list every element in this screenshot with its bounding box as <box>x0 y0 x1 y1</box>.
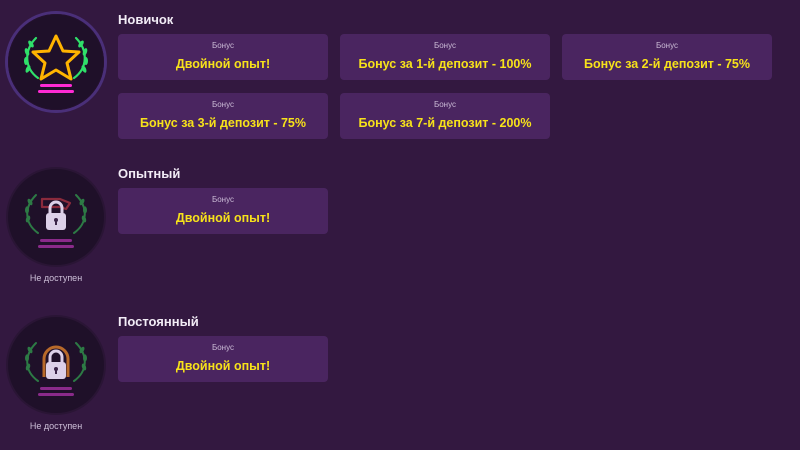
level-badge <box>8 14 104 118</box>
level-badge: Не доступен <box>8 317 104 431</box>
bonus-value: Двойной опыт! <box>175 57 271 71</box>
badge-circle <box>8 169 104 265</box>
bonus-card: Бонус Бонус за 1-й депозит - 100% <box>340 34 550 80</box>
bonus-card: Бонус Двойной опыт! <box>118 336 328 382</box>
level-status: Не доступен <box>29 421 83 431</box>
bonus-card: Бонус Бонус за 3-й депозит - 75% <box>118 93 328 139</box>
horseshoe-laurel-lock-icon <box>25 342 87 396</box>
level-title: Постоянный <box>118 314 199 329</box>
bonus-caption: Бонус <box>211 100 235 109</box>
level-badge: Не доступен <box>8 169 104 283</box>
bonus-card: Бонус Бонус за 7-й депозит - 200% <box>340 93 550 139</box>
key-laurel-lock-icon <box>25 194 87 248</box>
star-laurel-icon <box>24 34 88 93</box>
bonus-card: Бонус Бонус за 2-й депозит - 75% <box>562 34 772 80</box>
bonus-caption: Бонус <box>433 100 457 109</box>
bonus-card: Бонус Двойной опыт! <box>118 188 328 234</box>
bonus-value: Двойной опыт! <box>175 211 271 225</box>
bonus-card: Бонус Двойной опыт! <box>118 34 328 80</box>
bonus-caption: Бонус <box>211 195 235 204</box>
bonus-value: Бонус за 3-й депозит - 75% <box>139 116 307 130</box>
bonus-caption: Бонус <box>211 343 235 352</box>
level-title: Новичок <box>118 12 174 27</box>
bonus-caption: Бонус <box>433 41 457 50</box>
bonus-caption: Бонус <box>655 41 679 50</box>
badge-circle <box>8 317 104 413</box>
bonus-value: Бонус за 7-й депозит - 200% <box>358 116 532 130</box>
bonus-value: Бонус за 2-й депозит - 75% <box>583 57 751 71</box>
bonus-value: Двойной опыт! <box>175 359 271 373</box>
bonus-caption: Бонус <box>211 41 235 50</box>
bonus-value: Бонус за 1-й депозит - 100% <box>358 57 532 71</box>
level-title: Опытный <box>118 166 181 181</box>
badge-circle <box>8 14 104 110</box>
level-status: Не доступен <box>29 273 83 283</box>
